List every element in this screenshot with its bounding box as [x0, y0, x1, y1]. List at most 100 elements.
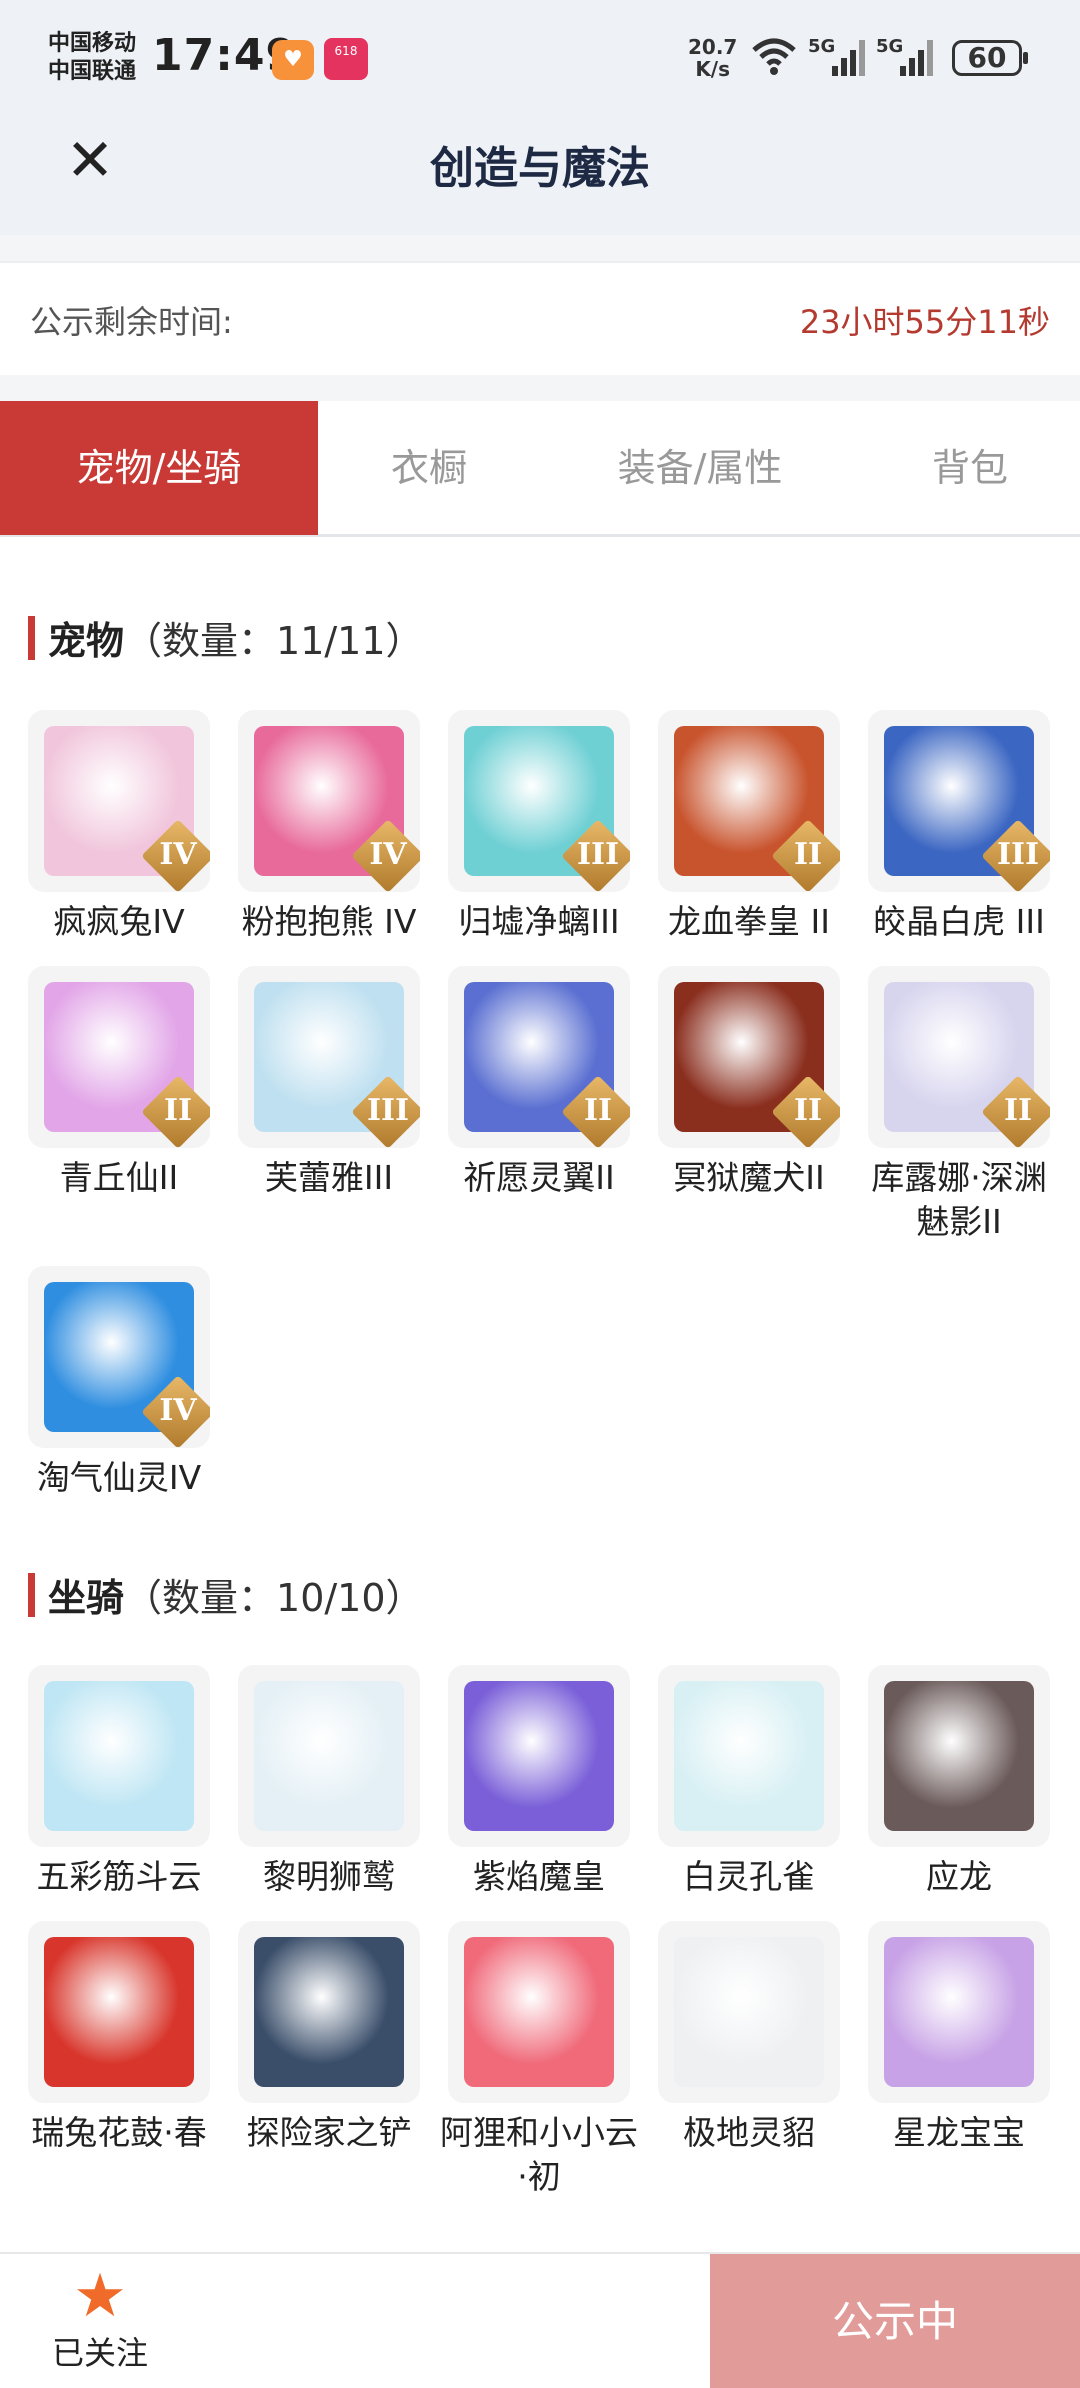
rank-badge-label: IV [159, 837, 197, 872]
mounts-image [884, 1937, 1034, 2087]
countdown-row: 公示剩余时间: 23小时55分11秒 [0, 261, 1080, 375]
pets-item[interactable]: IV 粉抱抱熊 IV [238, 710, 420, 944]
rank-badge-label: II [793, 1093, 823, 1128]
mounts-title: 坐骑 [48, 1576, 125, 1620]
pets-name: 疯疯兔IV [53, 902, 185, 941]
mounts-thumbnail [238, 1665, 420, 1847]
pets-section-title: 宠物（数量：11/11） [28, 610, 424, 665]
tab-pets-mounts[interactable]: 宠物/坐骑 [0, 401, 318, 535]
rank-badge-label: III [576, 837, 620, 872]
mounts-thumbnail [448, 1921, 630, 2103]
pets-item[interactable]: III 皎晶白虎 III [868, 710, 1050, 944]
mounts-name: 五彩筋斗云 [36, 1857, 202, 1896]
bottom-bar: ★ 已关注 公示中 [0, 2252, 1080, 2388]
pets-item[interactable]: II 库露娜·深渊魅影II [868, 966, 1050, 1244]
mounts-image [44, 1681, 194, 1831]
pets-name: 库露娜·深渊魅影II [871, 1158, 1047, 1241]
mounts-item[interactable]: 探险家之铲 [238, 1921, 420, 2155]
follow-button[interactable]: ★ 已关注 [30, 2264, 170, 2374]
mounts-thumbnail [28, 1921, 210, 2103]
rank-badge-label: IV [369, 837, 407, 872]
pets-name: 粉抱抱熊 IV [241, 902, 417, 941]
tab-equipment-attributes[interactable]: 装备/属性 [540, 401, 860, 535]
countdown-label: 公示剩余时间: [30, 303, 233, 341]
mounts-item[interactable]: 白灵孔雀 [658, 1665, 840, 1899]
carrier-info: 中国移动 中国联通 [48, 30, 136, 86]
rank-badge-label: II [1003, 1093, 1033, 1128]
pets-item[interactable]: III 芙蕾雅III [238, 966, 420, 1200]
divider [0, 235, 1080, 261]
signal-2-icon: 5G [876, 36, 936, 84]
pets-thumbnail: IV [28, 1266, 210, 1448]
mounts-item[interactable]: 极地灵貂 [658, 1921, 840, 2155]
pets-item[interactable]: II 青丘仙II [28, 966, 210, 1200]
mounts-image [884, 1681, 1034, 1831]
rank-badge-label: III [996, 837, 1040, 872]
divider [0, 375, 1080, 401]
pets-name: 淘气仙灵IV [36, 1458, 202, 1497]
mounts-count: （数量：10/10） [124, 1576, 424, 1620]
follow-label: 已关注 [51, 2334, 148, 2372]
pets-count: （数量：11/11） [124, 619, 424, 663]
pets-item[interactable]: II 龙血拳皇 II [658, 710, 840, 944]
tab-wardrobe[interactable]: 衣橱 [318, 401, 540, 535]
net-speed-value: 20.7 [688, 35, 738, 59]
pets-item[interactable]: III 归墟净螭III [448, 710, 630, 944]
pets-thumbnail: IV [238, 710, 420, 892]
pets-name: 祈愿灵翼II [463, 1158, 615, 1197]
mounts-item[interactable]: 五彩筋斗云 [28, 1665, 210, 1899]
mounts-image [464, 1937, 614, 2087]
battery-icon: 60 [952, 40, 1028, 76]
pets-item[interactable]: II 祈愿灵翼II [448, 966, 630, 1200]
pets-thumbnail: II [658, 966, 840, 1148]
mounts-image [674, 1681, 824, 1831]
pets-thumbnail: III [448, 710, 630, 892]
mounts-thumbnail [448, 1665, 630, 1847]
pets-title: 宠物 [48, 619, 125, 663]
star-icon: ★ [73, 2261, 127, 2331]
pets-name: 归墟净螭III [458, 902, 620, 941]
mounts-item[interactable]: 阿狸和小小云·初 [440, 1921, 638, 2199]
carrier-2: 中国联通 [48, 59, 137, 84]
page-title: 创造与魔法 [430, 143, 650, 194]
mounts-name: 应龙 [926, 1857, 992, 1896]
mounts-thumbnail [868, 1921, 1050, 2103]
mounts-thumbnail [658, 1665, 840, 1847]
pets-thumbnail: II [868, 966, 1050, 1148]
pets-item[interactable]: II 冥狱魔犬II [658, 966, 840, 1200]
pets-item[interactable]: IV 淘气仙灵IV [28, 1266, 210, 1500]
public-status-button[interactable]: 公示中 [710, 2254, 1080, 2388]
mounts-name: 阿狸和小小云·初 [440, 2113, 638, 2196]
pets-name: 皎晶白虎 III [873, 902, 1045, 941]
mounts-thumbnail [658, 1921, 840, 2103]
tab-bar: 宠物/坐骑 衣橱 装备/属性 背包 [0, 401, 1080, 537]
mounts-item[interactable]: 应龙 [868, 1665, 1050, 1899]
pets-thumbnail: II [658, 710, 840, 892]
pets-thumbnail: II [448, 966, 630, 1148]
mounts-name: 瑞兔花鼓·春 [31, 2113, 207, 2152]
mounts-image [464, 1681, 614, 1831]
mounts-item[interactable]: 紫焰魔皇 [448, 1665, 630, 1899]
mounts-item[interactable]: 瑞兔花鼓·春 [28, 1921, 210, 2155]
mounts-image [44, 1937, 194, 2087]
pets-thumbnail: II [28, 966, 210, 1148]
rank-badge-label: III [366, 1093, 410, 1128]
rank-badge-label: IV [159, 1393, 197, 1428]
pets-item[interactable]: IV 疯疯兔IV [28, 710, 210, 944]
mounts-name: 极地灵貂 [683, 2113, 815, 2152]
mounts-thumbnail [28, 1665, 210, 1847]
rank-badge-label: II [583, 1093, 613, 1128]
pets-name: 冥狱魔犬II [673, 1158, 825, 1197]
signal-1-icon: 5G [808, 36, 868, 84]
mounts-thumbnail [238, 1921, 420, 2103]
net-speed-unit: K/s [695, 57, 731, 81]
countdown-value: 23小时55分11秒 [799, 303, 1050, 341]
mounts-name: 白灵孔雀 [683, 1857, 815, 1896]
pets-name: 龙血拳皇 II [668, 902, 830, 941]
carrier-1: 中国移动 [48, 31, 137, 56]
mounts-item[interactable]: 星龙宝宝 [868, 1921, 1050, 2155]
tab-backpack[interactable]: 背包 [860, 401, 1080, 535]
mounts-item[interactable]: 黎明狮鹫 [238, 1665, 420, 1899]
mounts-name: 探险家之铲 [246, 2113, 412, 2152]
pets-thumbnail: III [238, 966, 420, 1148]
